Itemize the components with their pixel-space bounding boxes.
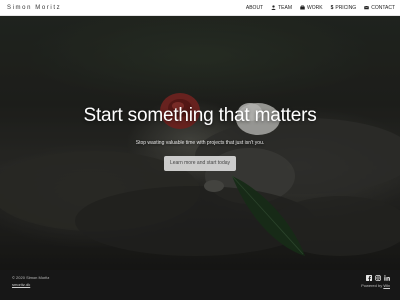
hero-section: Start something that matters Stop wastin… bbox=[0, 16, 400, 270]
nav-item-about[interactable]: ABOUT bbox=[246, 5, 263, 11]
nav-item-team[interactable]: TEAM bbox=[271, 5, 292, 11]
site-link[interactable]: smoritz.dk bbox=[12, 281, 49, 288]
hero-subtitle: Stop wasting valuable time with projects… bbox=[135, 140, 265, 146]
briefcase-icon bbox=[300, 5, 305, 10]
nav-item-work[interactable]: WORK bbox=[300, 5, 323, 11]
dollar-icon: $ bbox=[330, 4, 334, 11]
social-links bbox=[361, 275, 390, 281]
hero-title: Start something that matters bbox=[83, 105, 317, 126]
powered-by: Powered by Wix bbox=[361, 283, 390, 288]
copyright-text: © 2020 Simon Moritz bbox=[12, 275, 50, 280]
nav-item-label: WORK bbox=[307, 4, 323, 11]
powered-link[interactable]: Wix bbox=[383, 283, 390, 288]
envelope-icon bbox=[364, 5, 369, 10]
nav-item-label: TEAM bbox=[278, 4, 293, 11]
footer-right: Powered by Wix bbox=[361, 275, 390, 288]
nav-item-label: ABOUT bbox=[245, 4, 264, 11]
user-icon bbox=[271, 5, 276, 10]
linkedin-icon[interactable] bbox=[384, 275, 390, 281]
footer-left: © 2020 Simon Moritz smoritz.dk bbox=[12, 274, 49, 288]
nav-item-contact[interactable]: CONTACT bbox=[364, 5, 395, 11]
instagram-icon[interactable] bbox=[375, 275, 381, 281]
nav-item-pricing[interactable]: $ PRICING bbox=[331, 5, 357, 11]
learn-more-button[interactable]: Learn more and start today bbox=[163, 156, 237, 171]
brand-logo[interactable]: Simon Moritz bbox=[7, 5, 61, 11]
page-footer: © 2020 Simon Moritz smoritz.dk Powered b… bbox=[0, 270, 400, 300]
nav-item-label: PRICING bbox=[335, 4, 357, 11]
top-navbar: Simon Moritz ABOUT TEAM WORK $ PRICING C… bbox=[0, 0, 400, 16]
nav-item-label: CONTACT bbox=[371, 4, 395, 11]
facebook-icon[interactable] bbox=[366, 275, 372, 281]
main-nav: ABOUT TEAM WORK $ PRICING CONTACT bbox=[246, 5, 395, 11]
hero-content: Start something that matters Stop wastin… bbox=[0, 16, 400, 270]
powered-prefix: Powered by bbox=[361, 283, 383, 288]
